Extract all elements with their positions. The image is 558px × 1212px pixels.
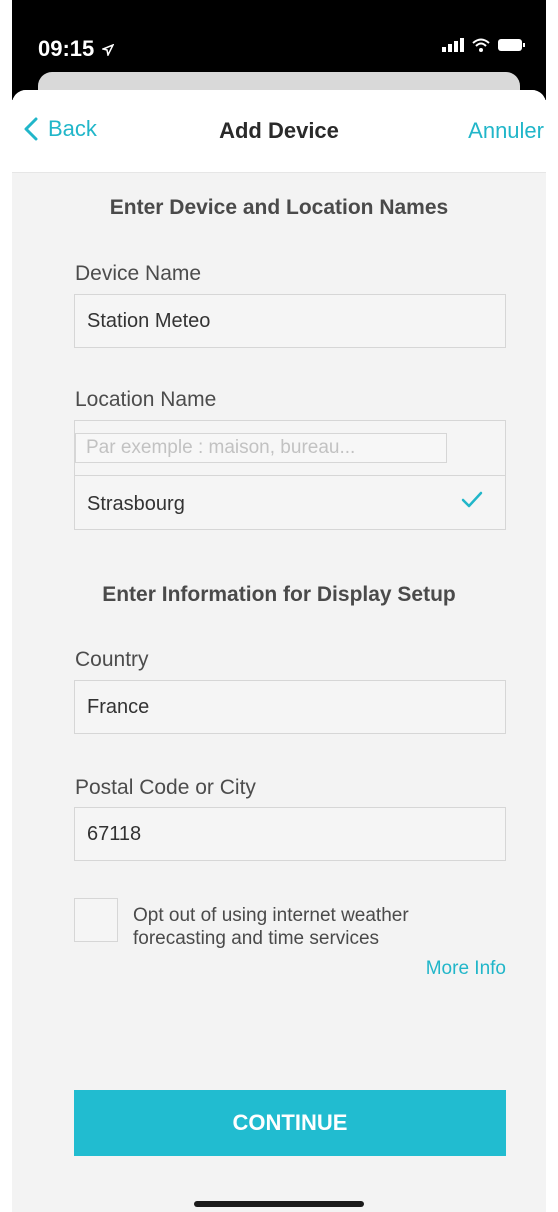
device-name-field[interactable]: Station Meteo xyxy=(74,294,506,348)
opt-out-line1: Opt out of using internet weather xyxy=(133,905,409,926)
location-name-field: Strasbourg xyxy=(74,420,506,530)
battery-icon xyxy=(498,39,525,51)
wifi-icon xyxy=(472,38,490,52)
status-indicators xyxy=(442,38,526,52)
location-divider xyxy=(75,475,505,476)
continue-button[interactable]: CONTINUE xyxy=(74,1090,506,1156)
checkmark-icon xyxy=(461,491,483,508)
location-search-input[interactable] xyxy=(75,433,447,463)
device-name-value: Station Meteo xyxy=(87,310,211,332)
country-field[interactable]: France xyxy=(74,680,506,734)
more-info-link[interactable]: More Info xyxy=(426,958,506,980)
navigation-bar: Back Add Device Annuler xyxy=(12,90,546,173)
cancel-button[interactable]: Annuler xyxy=(468,118,544,144)
opt-out-checkbox[interactable] xyxy=(74,898,118,942)
device-name-label: Device Name xyxy=(75,262,202,285)
section-title-names: Enter Device and Location Names xyxy=(109,196,449,219)
status-time-text: 09:15 xyxy=(38,36,95,61)
location-name-label: Location Name xyxy=(75,388,217,411)
status-time: 09:15 xyxy=(38,36,115,62)
postal-code-value: 67118 xyxy=(87,823,142,845)
page-title: Add Device xyxy=(219,118,339,143)
home-indicator[interactable] xyxy=(194,1201,364,1207)
location-option-selected[interactable]: Strasbourg xyxy=(87,493,185,516)
opt-out-line2: forecasting and time services xyxy=(133,928,380,949)
postal-code-field[interactable]: 67118 xyxy=(74,807,506,861)
section-title-display: Enter Information for Display Setup xyxy=(102,583,456,606)
add-device-sheet: Back Add Device Annuler Enter Device and… xyxy=(12,90,546,1212)
country-value: France xyxy=(87,696,150,718)
location-arrow-icon xyxy=(100,43,115,58)
opt-out-label: Opt out of using internet weather foreca… xyxy=(133,904,493,950)
country-label: Country xyxy=(75,648,149,671)
signal-icon xyxy=(442,38,464,52)
postal-code-label: Postal Code or City xyxy=(75,776,256,799)
